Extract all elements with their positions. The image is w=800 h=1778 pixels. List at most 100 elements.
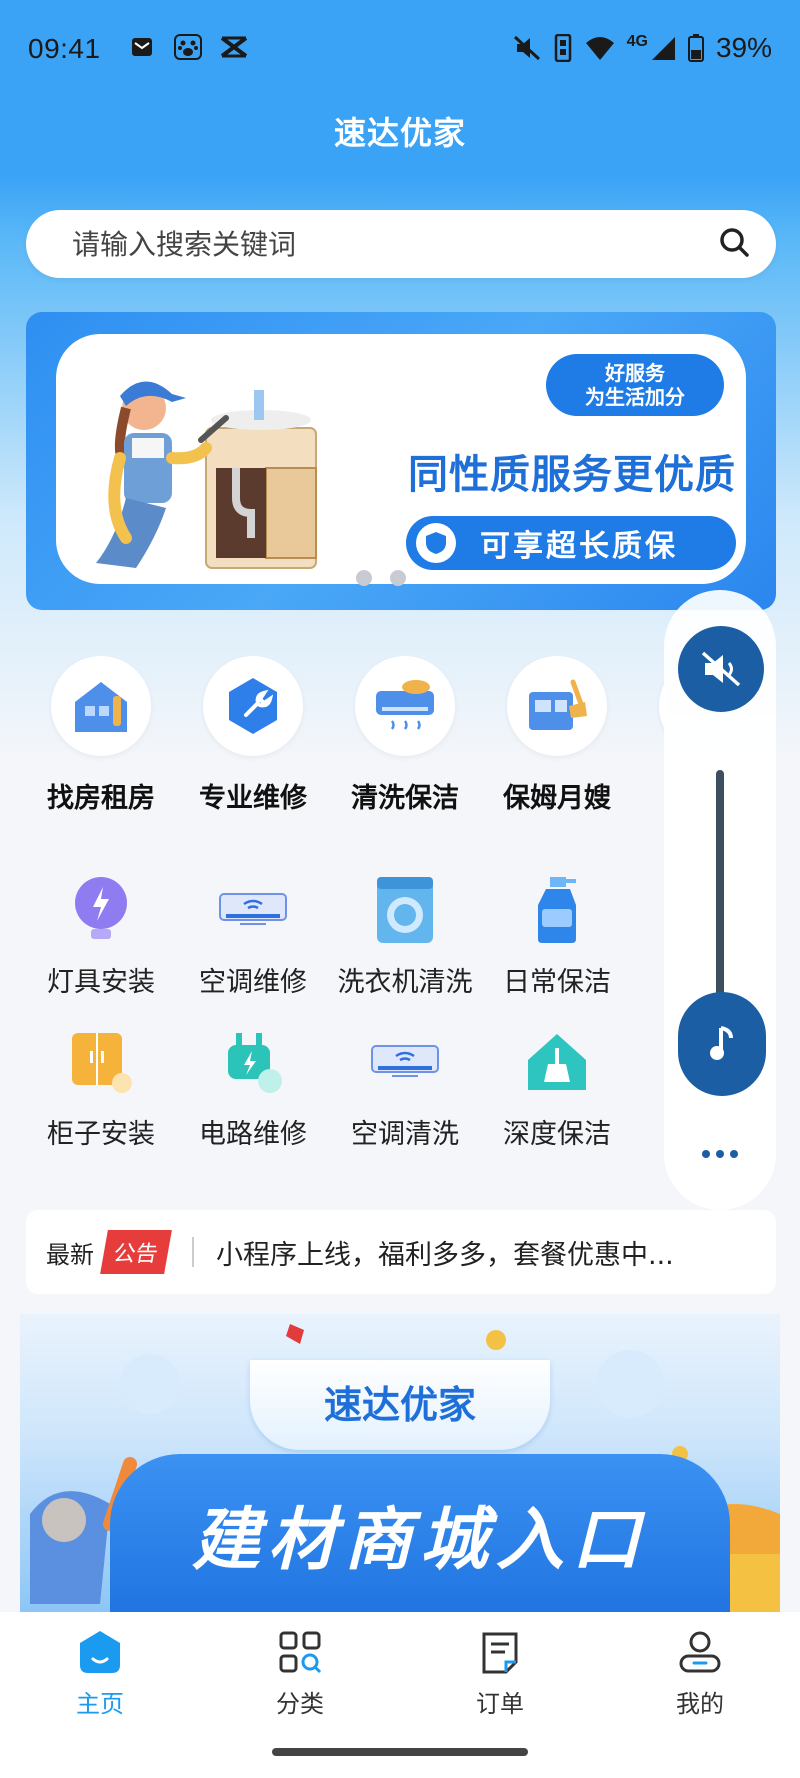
battery-level: 39% [715,32,772,63]
tab-label: 订单 [476,1690,524,1718]
paw-app-icon [174,34,202,60]
spray-bottle-icon [517,870,597,950]
service-partial-1[interactable]: 住 [634,870,666,999]
status-system-icons: 4G 39% [513,32,772,64]
air-conditioner-icon [365,1022,445,1102]
vibrate-icon [554,34,571,62]
service-ac-repair[interactable]: 空调维修 [178,870,328,999]
banner-cta-label: 可享超长质保 [480,529,678,564]
service-label: 柜子安装 [47,1119,155,1150]
category-label: 清洗保洁 [351,783,459,814]
promo-banner[interactable]: 好服务 为生活加分 同性质服务更优质 可享超长质保 [26,312,776,610]
category-partial[interactable]: 上 [634,656,666,815]
volume-slider-track[interactable] [716,770,724,1000]
tab-label: 我的 [676,1690,724,1718]
service-circuit-repair[interactable]: 电路维修 [178,1022,328,1151]
status-time: 09:41 [28,33,101,64]
tab-home[interactable]: 主页 [0,1628,200,1719]
grid-search-icon [276,1628,324,1676]
house-icon [51,656,151,756]
category-nanny[interactable]: 保姆月嫂 [482,656,632,815]
banner-dot[interactable] [356,570,372,586]
category-row: 找房租房 专业维修 清洗保洁 保姆月嫂 上 [26,656,666,816]
category-label: 专业维修 [199,783,307,814]
service-grid: 灯具安装 空调维修 洗衣机清洗 日常保洁 住 柜子安装 电路维修 [26,870,666,1170]
category-partial-label: 上 [634,776,666,815]
tab-orders[interactable]: 订单 [400,1628,600,1719]
service-partial-2[interactable]: 全 [634,1022,666,1151]
wifi-icon [585,37,614,60]
banner-cta-button[interactable]: 可享超长质保 [406,516,736,570]
battery-icon [687,34,704,62]
wrench-icon [203,656,303,756]
mute-icon [701,651,741,687]
service-partial-1-label: 住 [634,960,666,999]
service-label: 深度保洁 [503,1119,611,1150]
tab-profile[interactable]: 我的 [600,1628,800,1719]
network-type: 4G [626,33,648,50]
service-ac-clean[interactable]: 空调清洗 [330,1022,480,1151]
banner-dot[interactable] [390,570,406,586]
search-input[interactable] [70,226,718,262]
search-bar[interactable] [26,210,776,278]
notice-tag: 公告 [100,1230,172,1274]
plug-icon [213,1022,293,1102]
service-label: 电路维修 [199,1119,307,1150]
washing-machine-icon [365,870,445,950]
capcut-icon [220,34,248,60]
tab-label: 主页 [76,1690,124,1718]
service-daily-clean[interactable]: 日常保洁 [482,870,632,999]
service-label: 洗衣机清洗 [337,967,473,998]
mute-icon [513,35,540,61]
tab-label: 分类 [276,1690,324,1718]
status-bar: 09:41 4G 39% [0,0,800,100]
order-list-icon [476,1628,524,1676]
more-options-button[interactable] [702,1150,738,1158]
page-title: 速达优家 [333,114,466,152]
category-find-house[interactable]: 找房租房 [26,656,176,815]
signal-icon [651,37,675,60]
service-label: 灯具安装 [47,967,155,998]
service-label: 日常保洁 [503,967,611,998]
air-conditioner-icon [213,870,293,950]
service-label: 空调清洗 [351,1119,459,1150]
mail-icon [128,34,156,60]
search-icon[interactable] [718,226,750,262]
tab-category[interactable]: 分类 [200,1628,400,1719]
category-label: 保姆月嫂 [503,783,611,814]
status-notification-icons [128,34,248,60]
service-label: 空调维修 [199,967,307,998]
bulb-icon [61,870,141,950]
banner-pagination [356,570,406,586]
notice-prefix: 最新 [46,1240,94,1269]
music-note-icon [710,1026,733,1060]
service-washer-clean[interactable]: 洗衣机清洗 [330,870,480,999]
banner-headline: 同性质服务更优质 [408,452,736,498]
nanny-icon [507,656,607,756]
home-indicator[interactable] [272,1748,528,1756]
music-button[interactable] [678,992,766,1096]
cabinet-icon [61,1022,141,1102]
notice-text: 小程序上线，福利多多，套餐优惠中... [216,1239,674,1271]
category-label: 找房租房 [47,783,155,814]
mall-brand-plaque: 速达优家 [250,1360,550,1450]
mute-toggle-button[interactable] [678,626,764,712]
banner-card: 好服务 为生活加分 同性质服务更优质 可享超长质保 [56,334,746,584]
service-lamp-install[interactable]: 灯具安装 [26,870,176,999]
house-clean-icon [517,1022,597,1102]
service-cabinet-install[interactable]: 柜子安装 [26,1022,176,1151]
banner-slogan-pill: 好服务 为生活加分 [546,354,724,416]
category-repair[interactable]: 专业维修 [178,656,328,815]
mall-title: 建材商城入口 [191,1501,648,1580]
plumber-illustration [96,381,317,569]
home-icon [76,1628,124,1676]
notice-bar[interactable]: 最新 公告 小程序上线，福利多多，套餐优惠中... [26,1210,776,1294]
category-cleaning[interactable]: 清洗保洁 [330,656,480,815]
service-deep-clean[interactable]: 深度保洁 [482,1022,632,1151]
user-icon [676,1628,724,1676]
floating-media-panel [664,590,776,1210]
banner-pill-line1: 好服务 [605,361,665,385]
mall-entry-banner[interactable]: 速达优家 建材商城入口 [20,1314,780,1612]
shield-icon [416,523,456,563]
ac-cleaning-icon [355,656,455,756]
